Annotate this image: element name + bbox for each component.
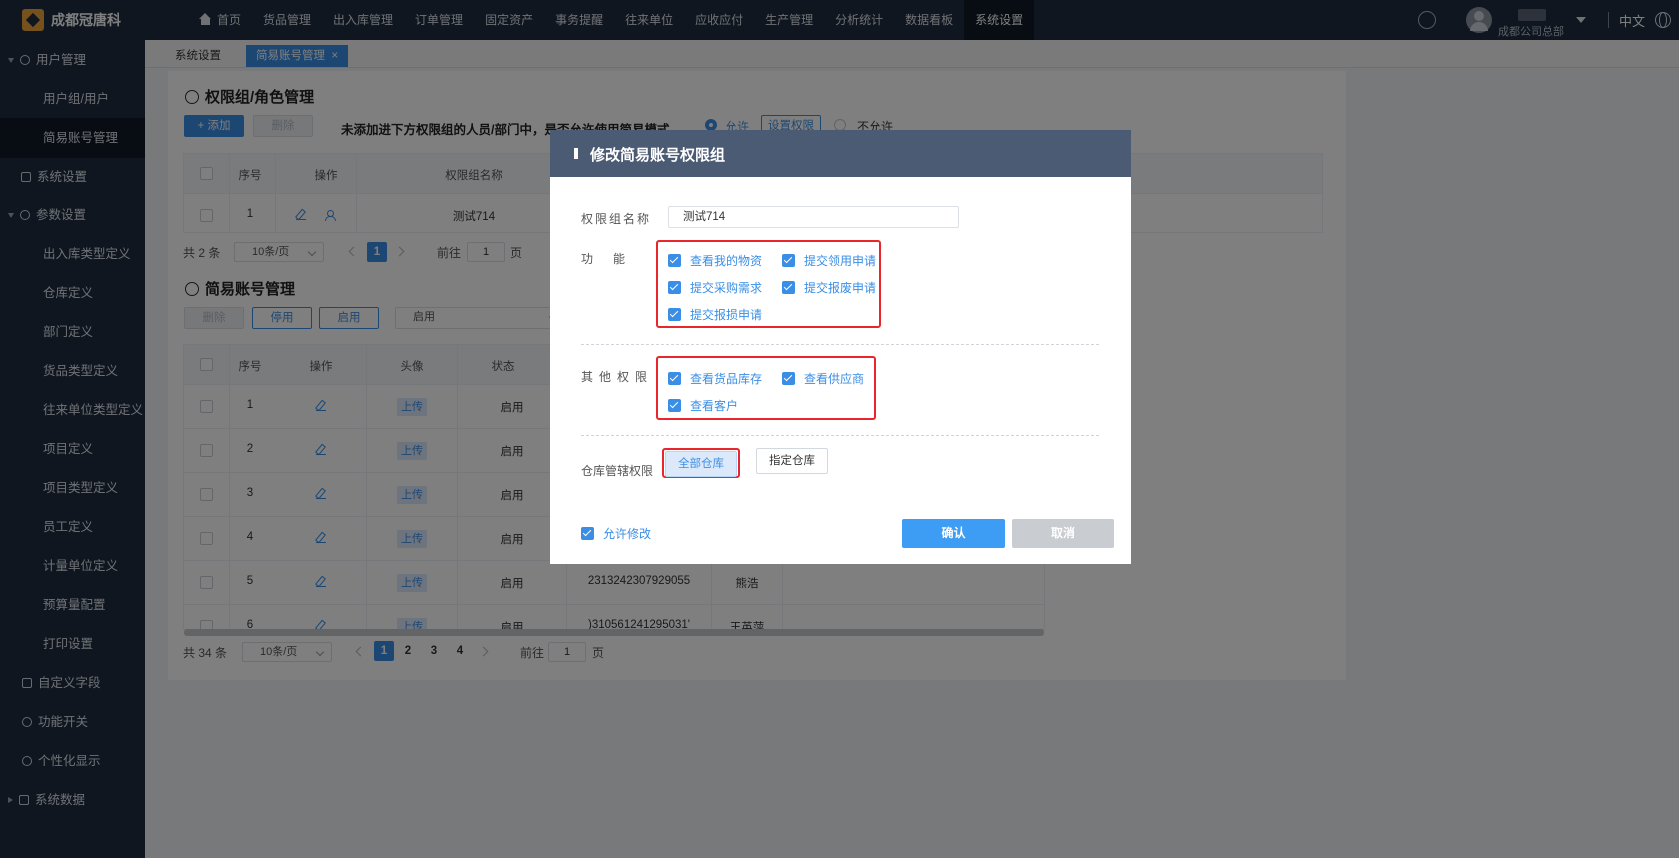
checkbox-checked-icon xyxy=(668,399,681,412)
checkbox-checked-icon xyxy=(782,372,795,385)
cancel-button[interactable]: 取消 xyxy=(1012,519,1114,548)
other-permissions-label: 其他权限 xyxy=(581,370,654,384)
warehouse-permission-label: 仓库管辖权限 xyxy=(581,464,654,478)
edit-permission-group-dialog: 修改简易账号权限组 权限组名称 测试714 功 能 查看我的物资 提交领用申请 … xyxy=(550,130,1131,564)
checkbox-checked-icon xyxy=(668,281,681,294)
all-warehouses-button[interactable]: 全部仓库 xyxy=(665,451,737,477)
divider xyxy=(581,344,1099,345)
checkbox-checked-icon xyxy=(782,281,795,294)
cb-submit-requisition[interactable]: 提交领用申请 xyxy=(782,252,876,269)
cb-label: 提交报损申请 xyxy=(690,308,763,322)
divider xyxy=(581,435,1099,436)
cb-label: 查看我的物资 xyxy=(690,254,763,268)
cb-submit-scrap[interactable]: 提交报废申请 xyxy=(782,279,876,296)
group-name-label: 权限组名称 xyxy=(581,212,652,226)
function-label: 功 能 xyxy=(581,252,630,266)
cb-view-my-materials[interactable]: 查看我的物资 xyxy=(668,252,762,269)
group-name-input[interactable]: 测试714 xyxy=(668,206,959,228)
cb-view-stock[interactable]: 查看货品库存 xyxy=(668,370,762,387)
specific-warehouses-button[interactable]: 指定仓库 xyxy=(756,448,828,474)
cb-label: 查看货品库存 xyxy=(690,372,763,386)
cb-label: 提交领用申请 xyxy=(804,254,877,268)
dialog-title: 修改简易账号权限组 xyxy=(590,147,726,164)
cb-submit-purchase[interactable]: 提交采购需求 xyxy=(668,279,762,296)
title-marker xyxy=(574,148,578,159)
checkbox-checked-icon xyxy=(668,254,681,267)
checkbox-checked-icon xyxy=(668,308,681,321)
cb-label: 提交报废申请 xyxy=(804,281,877,295)
cb-label: 查看客户 xyxy=(690,399,739,413)
checkbox-checked-icon xyxy=(782,254,795,267)
dialog-header: 修改简易账号权限组 xyxy=(550,130,1131,177)
checkbox-checked-icon xyxy=(581,527,594,540)
checkbox-checked-icon xyxy=(668,372,681,385)
cb-submit-damage[interactable]: 提交报损申请 xyxy=(668,306,762,323)
cb-label: 允许修改 xyxy=(603,527,652,541)
cb-label: 查看供应商 xyxy=(804,372,865,386)
cb-view-suppliers[interactable]: 查看供应商 xyxy=(782,370,864,387)
confirm-button[interactable]: 确认 xyxy=(902,519,1005,548)
cb-allow-modify[interactable]: 允许修改 xyxy=(581,525,651,542)
cb-label: 提交采购需求 xyxy=(690,281,763,295)
cb-view-customers[interactable]: 查看客户 xyxy=(668,397,738,414)
